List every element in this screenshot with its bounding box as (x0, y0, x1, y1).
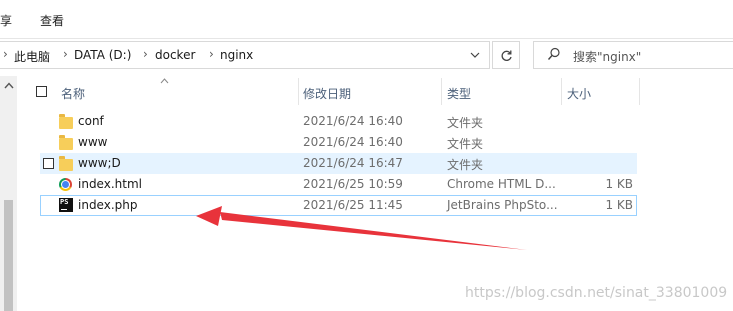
arrow-shaft (220, 212, 527, 250)
watermark: https://blog.csdn.net/sinat_33801009 (465, 285, 728, 301)
annotation-arrow (196, 206, 527, 250)
arrow-head (196, 206, 222, 226)
